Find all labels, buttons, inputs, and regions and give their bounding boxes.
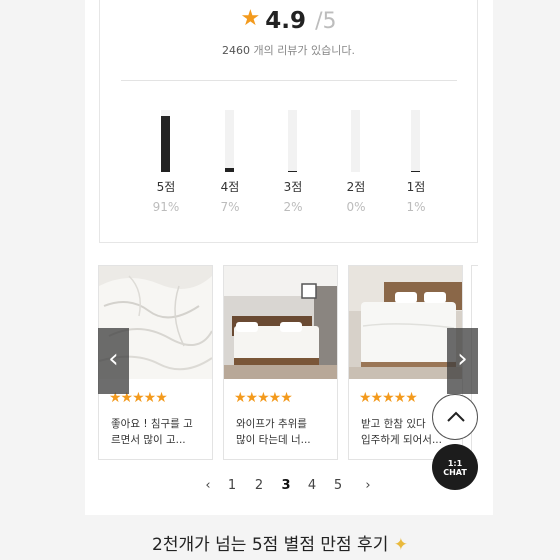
section-title-text: 2천개가 넘는 5점 별점 만점 후기	[152, 535, 389, 555]
bar-fill	[161, 116, 170, 172]
bar-track	[288, 110, 297, 172]
chevron-up-icon	[447, 411, 465, 422]
review-carousel: ★★★★★ 좋아요 ! 침구를 고 르면서 많이 고... ★★★★★ 와이프가	[98, 265, 478, 461]
pagination-prev-button[interactable]: ‹	[201, 478, 215, 493]
bar-label: 4점	[220, 180, 240, 194]
scroll-to-top-button[interactable]	[432, 394, 478, 440]
pagination: ‹ 1 2 3 4 5 ›	[195, 478, 385, 502]
review-count: 2460 개의 리뷰가 있습니다.	[100, 42, 477, 58]
divider	[121, 80, 457, 81]
score-row: ★ 4.9 /5	[100, 6, 477, 34]
review-text-line: 좋아요 ! 침구를 고	[111, 418, 193, 430]
bar-percent: 2%	[283, 200, 303, 214]
star-icon: ★	[240, 6, 261, 31]
bar-label: 3점	[283, 180, 303, 194]
bar-track	[351, 110, 360, 172]
page-link[interactable]: 1	[225, 478, 239, 493]
sparkle-icon: ✦	[393, 535, 408, 555]
average-score: 4.9	[265, 8, 307, 34]
review-photo[interactable]	[224, 266, 337, 379]
bar-percent: 7%	[220, 200, 240, 214]
page-link[interactable]: 4	[305, 478, 319, 493]
carousel-next-button[interactable]: ›	[447, 328, 478, 394]
bar-fill	[288, 171, 297, 172]
chat-button[interactable]: 1:1 CHAT	[432, 444, 478, 490]
review-stars: ★★★★★	[234, 390, 293, 406]
review-text: 좋아요 ! 침구를 고 르면서 많이 고...	[111, 416, 206, 448]
review-count-text: 개의 리뷰가 있습니다.	[253, 44, 356, 57]
rating-summary: ★ 4.9 /5 2460 개의 리뷰가 있습니다. 5점 91% 4점 7% …	[99, 0, 478, 243]
review-text-line: 르면서 많이 고...	[111, 434, 186, 446]
bar-percent: 1%	[406, 200, 426, 214]
bar-track	[225, 110, 234, 172]
bar-fill	[411, 171, 420, 172]
page-link[interactable]: 2	[252, 478, 266, 493]
chat-label-line1: 1:1	[447, 459, 463, 468]
review-card[interactable]: ★★★★★ 와이프가 추위를 많이 타는데 너...	[223, 265, 338, 460]
bar-label: 5점	[156, 180, 176, 194]
review-count-number: 2460	[221, 44, 250, 57]
bar-fill	[225, 168, 234, 172]
carousel-prev-button[interactable]: ‹	[98, 328, 129, 394]
review-text: 와이프가 추위를 많이 타는데 너...	[236, 416, 331, 448]
section-title: 2천개가 넘는 5점 별점 만점 후기 ✦	[0, 530, 560, 555]
bar-percent: 91%	[152, 200, 180, 214]
page-link-current[interactable]: 3	[279, 478, 293, 493]
pagination-next-button[interactable]: ›	[361, 478, 375, 493]
bar-track	[161, 110, 170, 172]
bar-label: 1점	[406, 180, 426, 194]
chat-label-line2: CHAT	[443, 468, 467, 477]
bar-percent: 0%	[346, 200, 366, 214]
bar-label: 2점	[346, 180, 366, 194]
rating-distribution: 5점 91% 4점 7% 3점 2% 2점 0% 1점 1%	[100, 110, 477, 220]
page-link[interactable]: 5	[331, 478, 345, 493]
review-stars: ★★★★★	[359, 390, 418, 406]
review-text-line: 와이프가 추위를	[236, 418, 307, 430]
score-max: /5	[315, 9, 337, 34]
review-text-line: 많이 타는데 너...	[236, 434, 311, 446]
bar-track	[411, 110, 420, 172]
review-photo[interactable]	[349, 266, 462, 379]
